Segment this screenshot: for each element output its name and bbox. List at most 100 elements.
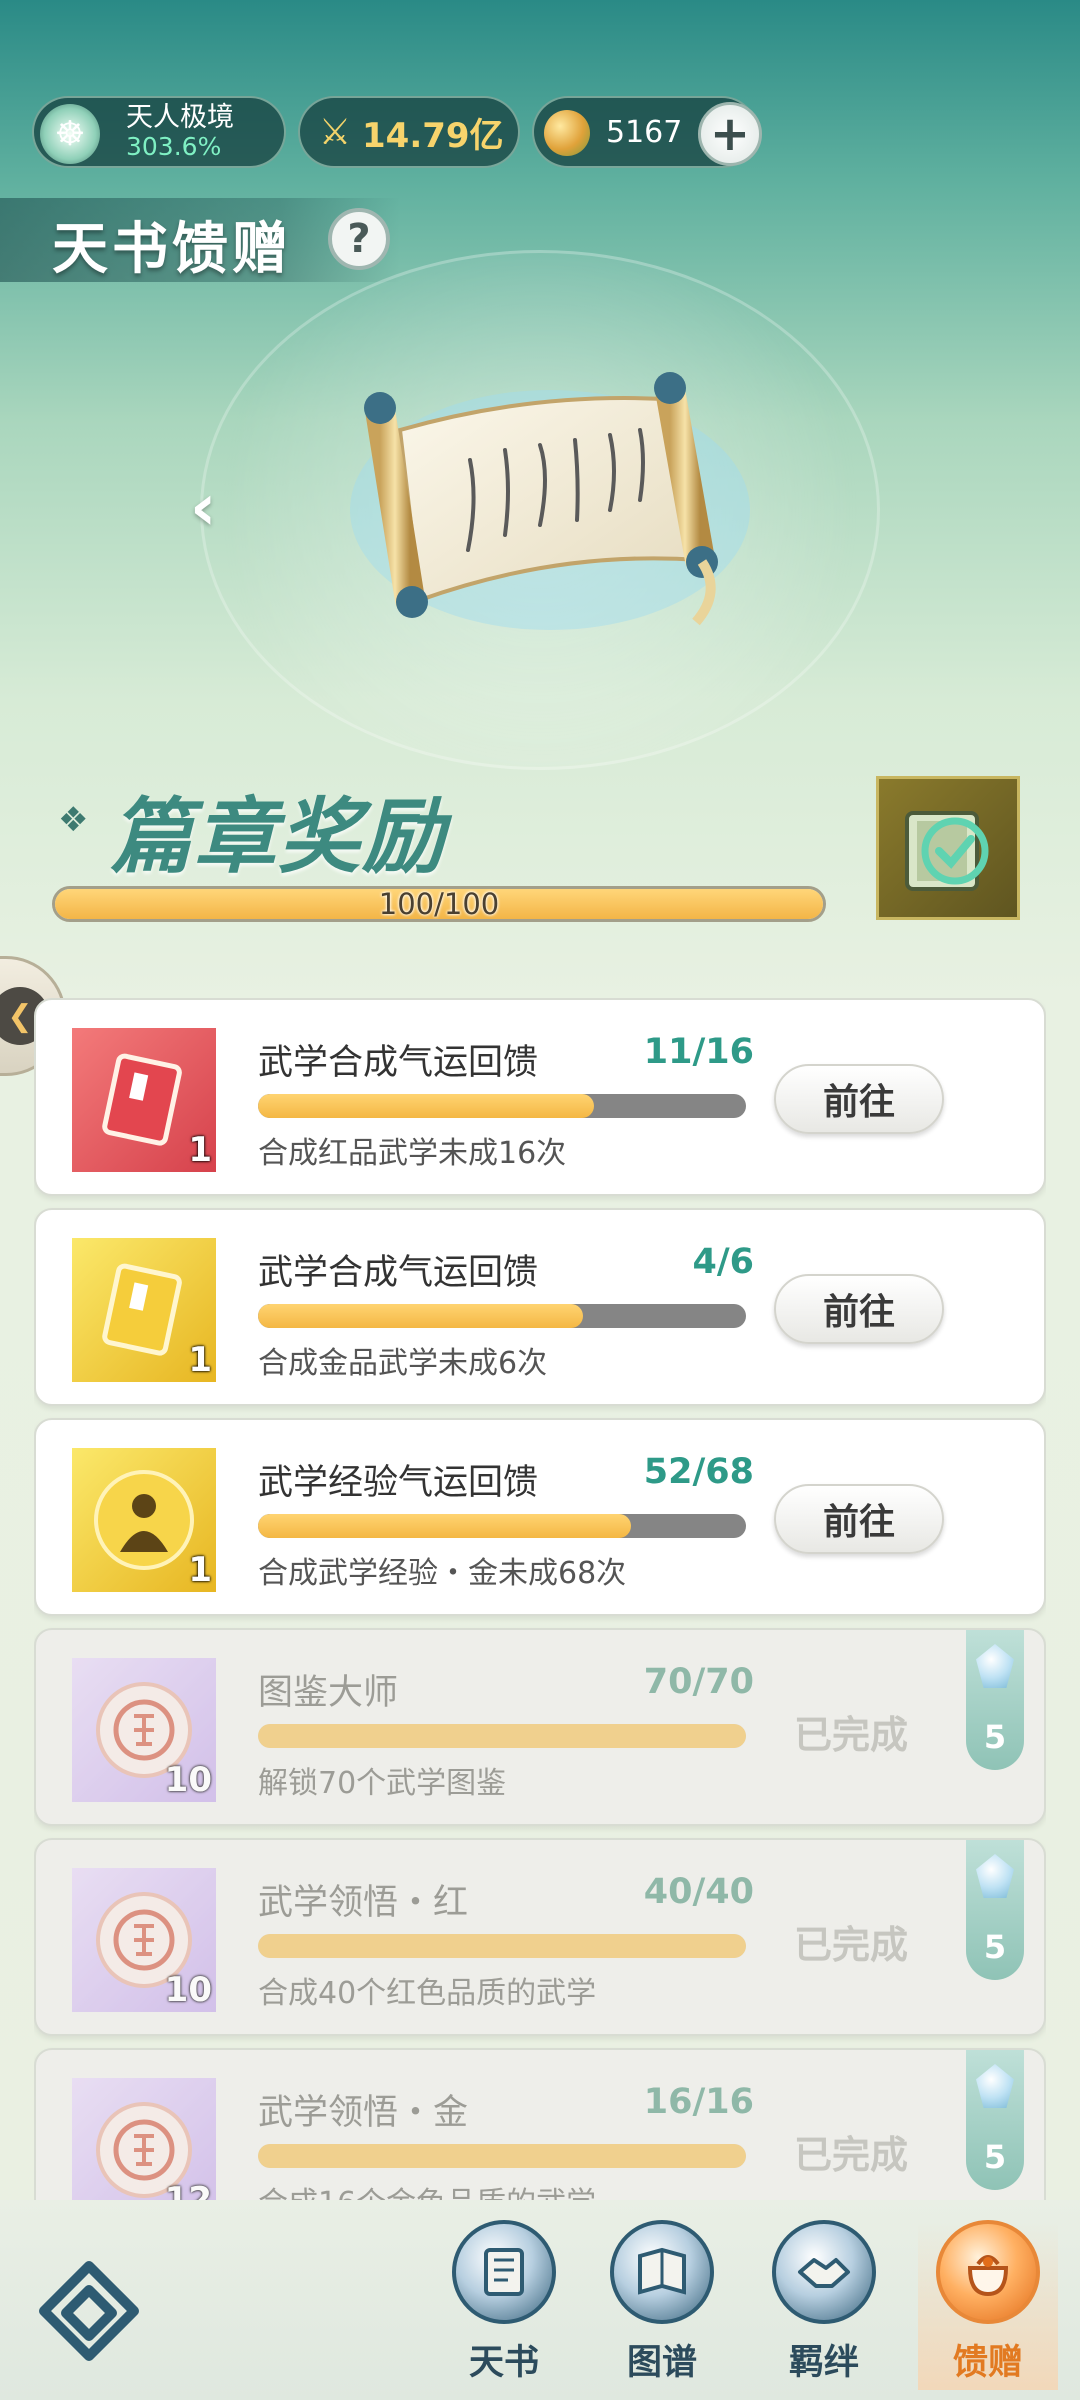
tab-tianshu[interactable]: 天书: [434, 2220, 574, 2390]
goto-button[interactable]: 前往: [774, 1064, 944, 1134]
task-progress-bar: [258, 2144, 746, 2168]
task-progress-fill: [258, 1934, 746, 1958]
reward-tag[interactable]: 5: [966, 1630, 1024, 1770]
chapter-progress-text: 100/100: [378, 887, 500, 921]
item-count: 1: [188, 1130, 212, 1170]
home-logo-icon[interactable]: [34, 2258, 144, 2368]
task-row: 10 武学领悟・红 40/40 合成40个红色品质的武学 已完成 5: [34, 1838, 1046, 2036]
realm-name: 天人极境: [126, 102, 234, 133]
reward-count: 5: [983, 1718, 1007, 1756]
reward-count: 5: [983, 1928, 1007, 1966]
scroll-illustration: [350, 372, 750, 630]
seal-orb-icon[interactable]: 12: [72, 2078, 216, 2200]
task-title: 图鉴大师: [258, 1673, 399, 1713]
task-progress-bar: [258, 1934, 746, 1958]
task-description: 合成武学经验・金未成68次: [258, 1556, 627, 1591]
task-description: 合成金品武学未成6次: [258, 1346, 548, 1381]
task-row: 12 武学领悟・金 16/16 合成16个金色品质的武学 已完成 5: [34, 2048, 1046, 2200]
currency-value: 5167: [606, 114, 683, 150]
item-count: 12: [164, 2180, 212, 2200]
help-button[interactable]: ?: [328, 208, 390, 270]
gem-icon: [976, 1644, 1014, 1688]
tab-tupu[interactable]: 图谱: [592, 2220, 732, 2390]
resource-bar: ☸ 天人极境 303.6% ⚔ 14.79亿 5167 +: [32, 96, 762, 172]
task-progress-bar: [258, 1304, 746, 1328]
task-progress-text: 4/6: [692, 1242, 755, 1282]
bottom-nav: 天书 图谱 羁绊 馈赠: [0, 2200, 1080, 2400]
task-progress-text: 40/40: [643, 1872, 754, 1912]
task-title: 武学经验气运回馈: [258, 1463, 539, 1503]
handshake-icon: [772, 2220, 876, 2324]
tab-jiban[interactable]: 羁绊: [754, 2220, 894, 2390]
item-count: 1: [188, 1550, 212, 1590]
task-title: 武学领悟・金: [258, 2093, 469, 2133]
reward-tag[interactable]: 5: [966, 2050, 1024, 2190]
task-progress-fill: [258, 1724, 746, 1748]
tab-label: 天书: [468, 2343, 539, 2383]
task-progress-bar: [258, 1514, 746, 1538]
task-progress-text: 16/16: [643, 2082, 754, 2122]
task-progress-bar: [258, 1724, 746, 1748]
task-title: 武学合成气运回馈: [258, 1253, 539, 1293]
goto-button[interactable]: 前往: [774, 1484, 944, 1554]
tab-label: 图谱: [626, 2343, 697, 2383]
book-icon: [452, 2220, 556, 2324]
realm-percent: 303.6%: [126, 132, 222, 161]
tab-kuizeng[interactable]: 馈赠: [918, 2220, 1058, 2390]
completed-label: 已完成: [794, 2133, 909, 2177]
task-progress-fill: [258, 1094, 594, 1118]
realm-info: 天人极境 303.6%: [126, 103, 234, 161]
reward-count: 5: [983, 2138, 1007, 2176]
tab-label: 羁绊: [788, 2343, 859, 2383]
gold-book-icon[interactable]: 1: [72, 1238, 216, 1382]
red-book-icon[interactable]: 1: [72, 1028, 216, 1172]
add-currency-button[interactable]: +: [698, 102, 762, 166]
item-count: 10: [164, 1970, 212, 2010]
gem-icon: [976, 1854, 1014, 1898]
chapter-reward-chest[interactable]: [876, 776, 1020, 920]
crossed-swords-icon: ⚔: [318, 112, 352, 153]
task-row: 10 图鉴大师 70/70 解锁70个武学图鉴 已完成 5: [34, 1628, 1046, 1826]
realm-pill[interactable]: ☸ 天人极境 303.6%: [32, 96, 286, 168]
task-row: 1 武学经验气运回馈 52/68 合成武学经验・金未成68次 前往: [34, 1418, 1046, 1616]
task-progress-text: 11/16: [643, 1032, 754, 1072]
claimed-check-icon: [905, 811, 989, 891]
combat-power-pill[interactable]: ⚔ 14.79亿: [298, 96, 520, 168]
item-count: 1: [188, 1340, 212, 1380]
page-title: 天书馈赠: [52, 217, 292, 282]
task-description: 合成红品武学未成16次: [258, 1136, 567, 1171]
seal-orb-icon[interactable]: 10: [72, 1868, 216, 2012]
realm-emblem-icon: ☸: [40, 104, 100, 164]
diamond-ornament-icon: ❖: [58, 800, 89, 840]
jade-coin-icon: [544, 110, 590, 156]
gem-icon: [976, 2064, 1014, 2108]
goto-button[interactable]: 前往: [774, 1274, 944, 1344]
task-progress-text: 70/70: [643, 1662, 754, 1702]
task-description: 合成16个金色品质的武学: [258, 2178, 596, 2200]
combat-power-value: 14.79亿: [362, 115, 504, 156]
atlas-icon: [610, 2220, 714, 2324]
task-description: 解锁70个武学图鉴: [258, 1766, 507, 1801]
task-title: 武学领悟・红: [258, 1883, 469, 1923]
prev-arrow-icon[interactable]: ‹: [190, 476, 246, 540]
tab-label: 馈赠: [952, 2343, 1023, 2383]
task-title: 武学合成气运回馈: [258, 1043, 539, 1083]
gold-orb-icon[interactable]: 1: [72, 1448, 216, 1592]
item-count: 10: [164, 1760, 212, 1800]
task-description: 合成40个红色品质的武学: [258, 1976, 597, 2011]
task-row: 1 武学合成气运回馈 11/16 合成红品武学未成16次 前往: [34, 998, 1046, 1196]
task-progress-bar: [258, 1094, 746, 1118]
gift-bag-icon: [936, 2220, 1040, 2324]
task-progress-text: 52/68: [643, 1452, 754, 1492]
task-progress-fill: [258, 1514, 632, 1538]
currency-pill[interactable]: 5167 +: [532, 96, 762, 168]
completed-label: 已完成: [794, 1713, 909, 1757]
seal-orb-icon[interactable]: 10: [72, 1658, 216, 1802]
chapter-reward-title: 篇章奖励: [110, 790, 446, 885]
task-list[interactable]: 1 武学合成气运回馈 11/16 合成红品武学未成16次 前往 1 武学合成气运回馈 4/6 合…: [34, 998, 1046, 2200]
task-progress-fill: [258, 2144, 746, 2168]
completed-label: 已完成: [794, 1923, 909, 1967]
task-progress-fill: [258, 1304, 584, 1328]
task-row: 1 武学合成气运回馈 4/6 合成金品武学未成6次 前往: [34, 1208, 1046, 1406]
reward-tag[interactable]: 5: [966, 1840, 1024, 1980]
